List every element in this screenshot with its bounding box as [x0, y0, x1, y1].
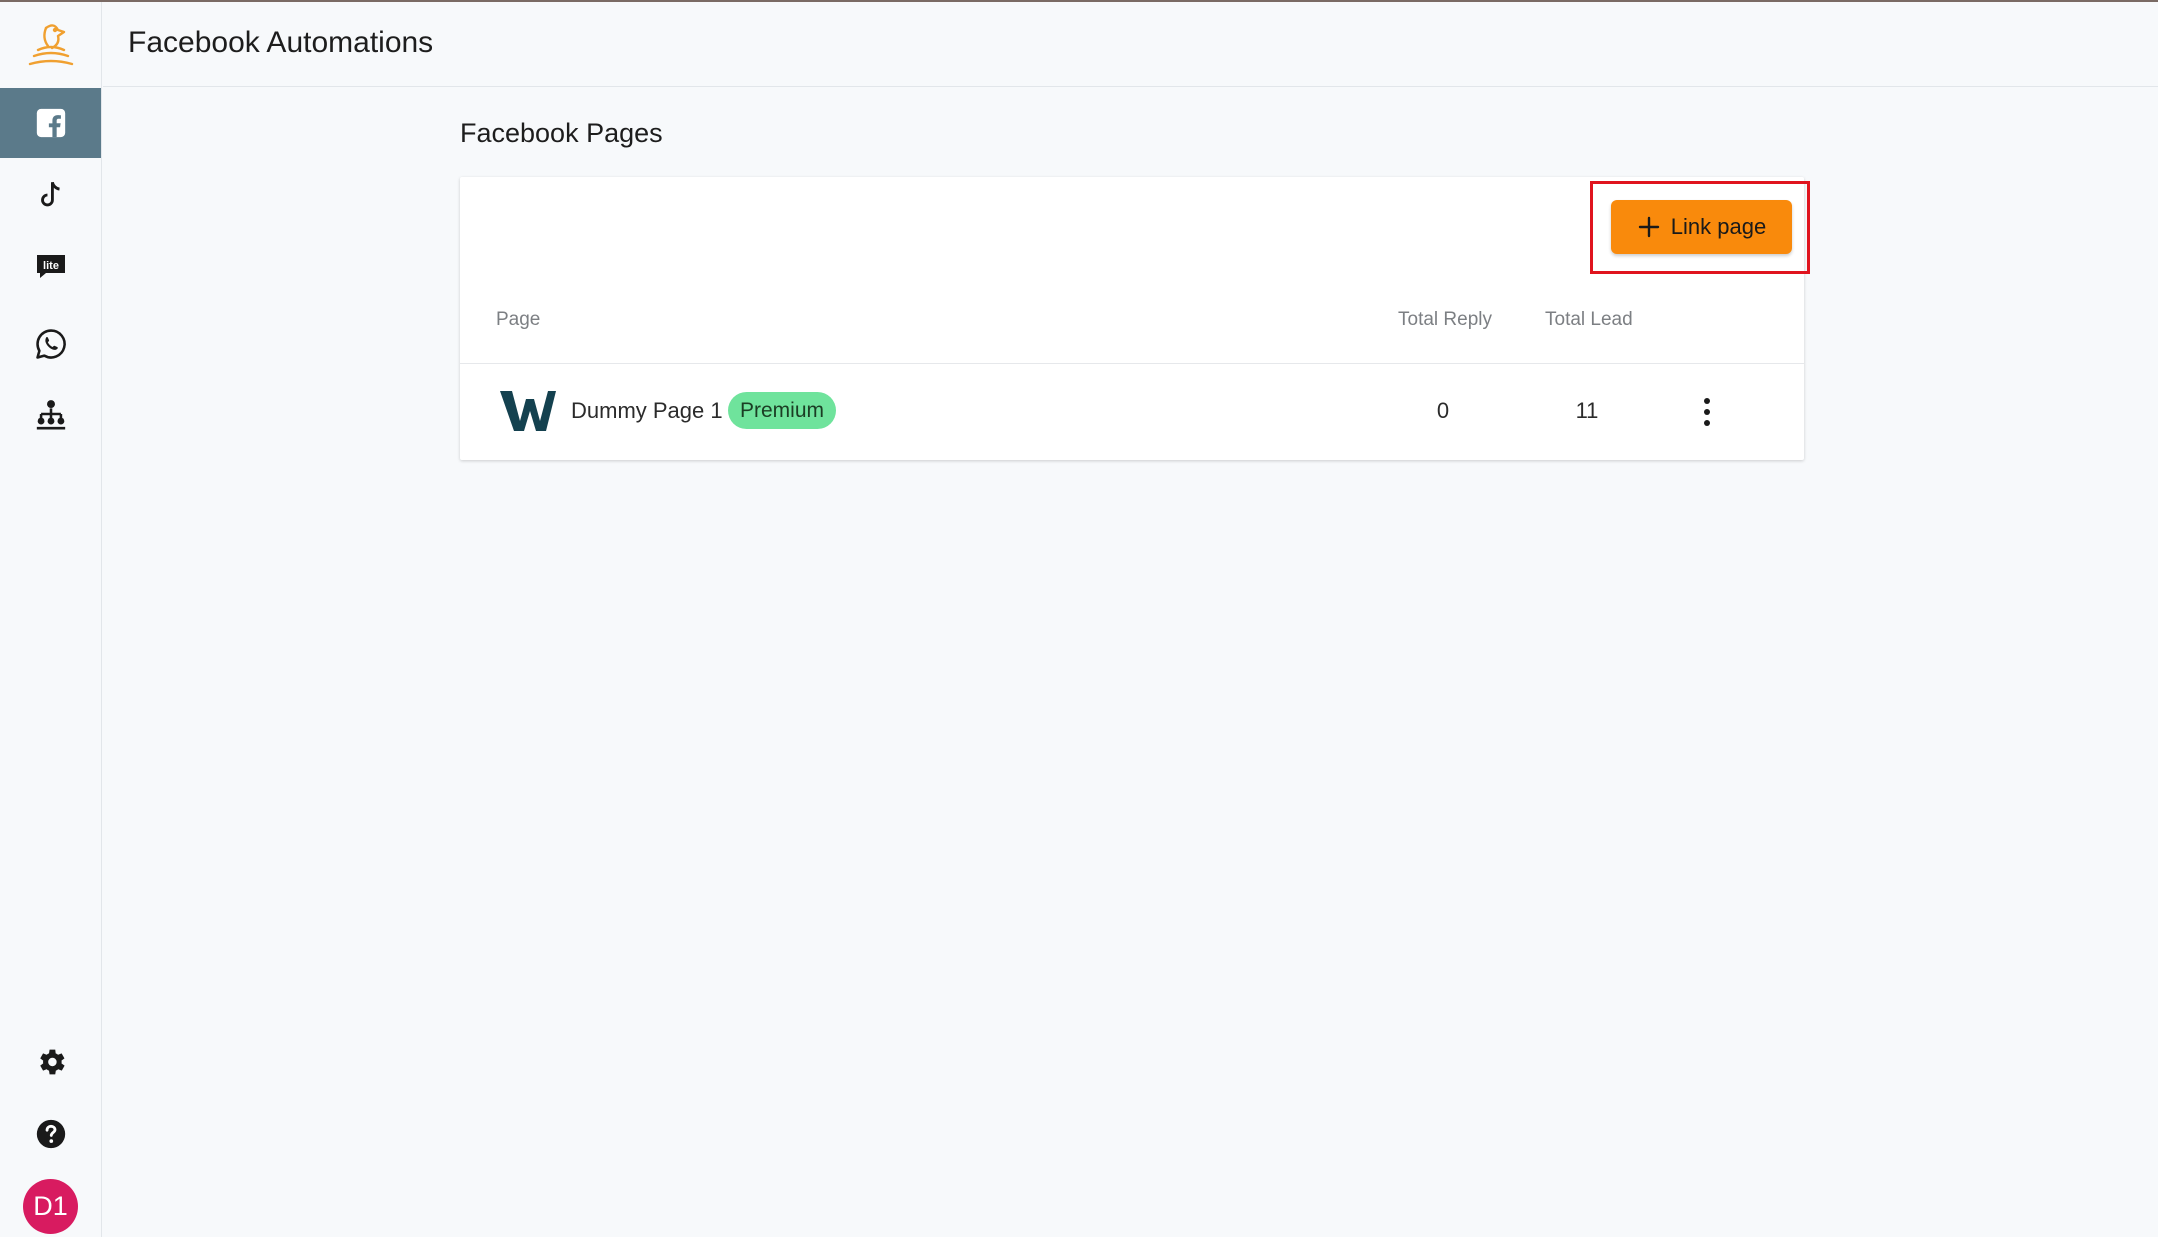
page-logo-icon — [500, 391, 556, 431]
lite-icon: lite — [36, 255, 65, 278]
sidebar-item-help[interactable] — [0, 1099, 101, 1169]
page-name[interactable]: Dummy Page 1 — [571, 398, 723, 424]
sidebar-item-settings[interactable] — [0, 1027, 101, 1097]
section-title: Facebook Pages — [460, 118, 663, 148]
sidebar-item-lite[interactable]: lite — [0, 231, 101, 301]
sidebar-item-org-chart[interactable] — [0, 379, 101, 449]
premium-badge: Premium — [728, 392, 837, 429]
plus-icon — [1638, 216, 1659, 238]
user-avatar[interactable]: D1 — [23, 1179, 78, 1234]
app-header: Facebook Automations — [103, 2, 2158, 87]
tiktok-icon — [40, 181, 60, 207]
app-logo-icon[interactable] — [24, 20, 78, 72]
sidebar-item-tiktok[interactable] — [0, 160, 101, 230]
link-page-button[interactable]: Link page — [1611, 200, 1792, 254]
sidebar: lite D1 — [0, 2, 102, 1237]
sidebar-item-facebook[interactable] — [0, 88, 101, 158]
column-header-page: Page — [496, 309, 541, 330]
column-header-total-lead: Total Lead — [1545, 309, 1633, 330]
facebook-icon — [36, 108, 65, 138]
total-reply-value: 0 — [1436, 398, 1450, 423]
sidebar-item-whatsapp[interactable] — [0, 309, 101, 379]
column-header-total-reply: Total Reply — [1398, 309, 1492, 330]
sitemap-icon — [36, 400, 65, 430]
lite-icon-label: lite — [43, 260, 59, 272]
total-lead-value: 11 — [1575, 398, 1599, 423]
link-page-label: Link page — [1670, 214, 1767, 239]
whatsapp-icon — [35, 329, 66, 359]
gear-icon — [39, 1049, 65, 1075]
more-options-icon[interactable] — [1699, 396, 1715, 428]
question-icon — [36, 1119, 65, 1149]
page-title: Facebook Automations — [128, 26, 434, 59]
table-divider — [460, 363, 1804, 364]
